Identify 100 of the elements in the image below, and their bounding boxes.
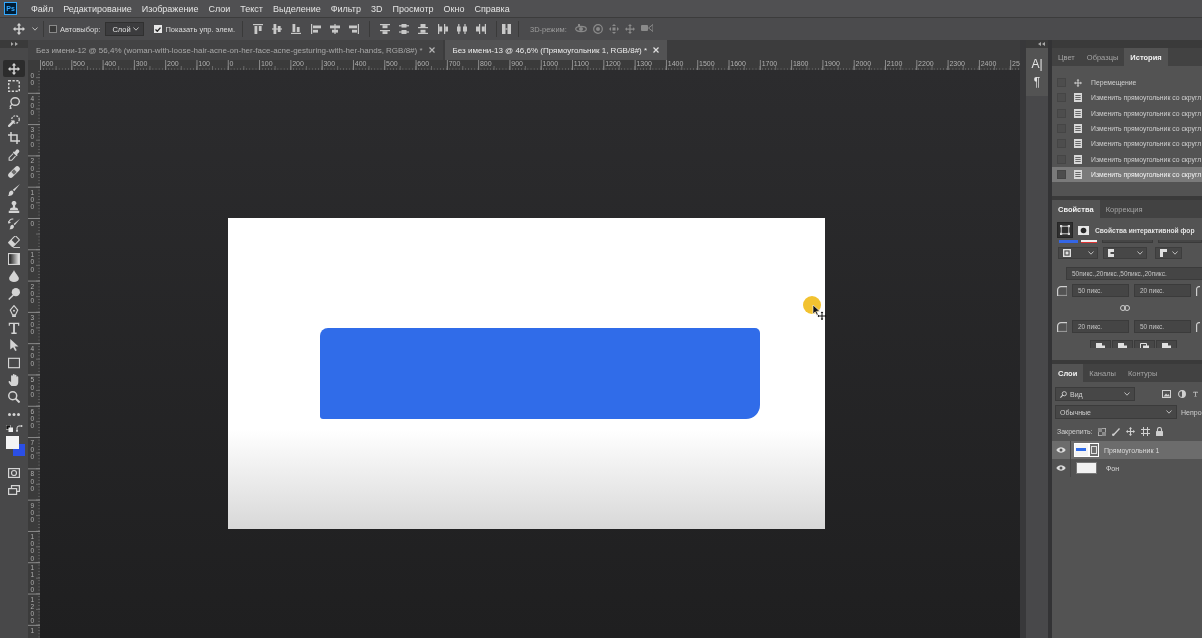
caret-icon[interactable] xyxy=(133,27,140,31)
mask-icon[interactable] xyxy=(1078,225,1089,235)
caret-icon[interactable] xyxy=(1172,251,1178,255)
eyedropper-icon xyxy=(8,149,20,162)
menu-item[interactable]: Фильтр xyxy=(330,3,361,14)
menu-item[interactable]: Справка xyxy=(474,3,510,14)
corner-icon[interactable] xyxy=(1196,321,1200,332)
path-operation-button[interactable] xyxy=(1112,340,1133,348)
collapse-icon[interactable] xyxy=(1038,42,1045,46)
line-cap-dropdown[interactable] xyxy=(1103,247,1147,259)
bandage-icon xyxy=(8,166,20,179)
half-circle-icon[interactable] xyxy=(1178,390,1186,398)
distribute-vertical-centers-icon[interactable] xyxy=(399,24,410,34)
eye-icon xyxy=(1056,465,1066,471)
swap-arrow-icon[interactable] xyxy=(15,425,23,433)
distribute-left-icon[interactable] xyxy=(438,24,449,34)
rectangle-icon xyxy=(8,356,20,369)
type-icon[interactable] xyxy=(1193,390,1198,398)
corner-icon[interactable] xyxy=(1057,321,1067,332)
caret-icon[interactable] xyxy=(1124,392,1130,396)
document-icon xyxy=(1074,154,1082,164)
align-vertical-centers-icon[interactable] xyxy=(272,24,283,34)
path-operation-button[interactable] xyxy=(1156,340,1177,348)
menu-item[interactable]: Текст xyxy=(240,3,263,14)
document-tab[interactable]: Без имени-13 @ 46,6% (Прямоугольник 1, RGB/8#) * xyxy=(444,40,668,60)
layer-thumbnail xyxy=(1076,462,1097,474)
menu-item[interactable]: Окно xyxy=(443,3,465,14)
expand-icon[interactable] xyxy=(10,42,18,46)
move-icon xyxy=(8,62,20,75)
caret-icon[interactable] xyxy=(32,27,38,31)
menu-item[interactable]: Файл xyxy=(31,3,54,14)
corner-icon[interactable] xyxy=(1196,285,1200,296)
artboard-icon[interactable] xyxy=(1141,427,1151,436)
menu-item[interactable]: Изображение xyxy=(141,3,199,14)
subtract-shape-icon xyxy=(1118,343,1127,348)
document-icon xyxy=(1074,124,1082,134)
menu-item[interactable]: Слои xyxy=(208,3,231,14)
corner-join-dropdown[interactable] xyxy=(1155,247,1182,259)
document-icon xyxy=(1074,93,1082,103)
show-controls-checkbox[interactable] xyxy=(154,25,163,33)
panel-button[interactable]: A| xyxy=(1031,57,1043,72)
caret-icon[interactable] xyxy=(1088,251,1094,255)
path-operation-button[interactable] xyxy=(1134,340,1155,348)
tool-button[interactable] xyxy=(3,60,25,78)
corner-icon[interactable] xyxy=(1057,285,1067,296)
dashed-rectangle-icon xyxy=(8,79,20,92)
quick-selection-icon xyxy=(8,114,20,127)
caret-icon[interactable] xyxy=(1166,410,1172,414)
lock-icon[interactable] xyxy=(1156,427,1164,436)
panel-button[interactable]: ¶ xyxy=(1033,75,1041,90)
distribute-top-icon[interactable] xyxy=(380,24,391,34)
snapshot-checkbox[interactable] xyxy=(1057,169,1066,179)
menu-item[interactable]: Редактирование xyxy=(63,3,132,14)
path-operation-button[interactable] xyxy=(1090,340,1111,348)
color-swatch[interactable] xyxy=(1059,240,1078,243)
move-icon[interactable] xyxy=(13,23,25,35)
menu-item[interactable]: Просмотр xyxy=(392,3,434,14)
drop-icon xyxy=(8,270,20,283)
close-icon[interactable] xyxy=(653,47,660,53)
square-outline-icon xyxy=(1063,249,1071,257)
quick-mask-icon xyxy=(8,467,20,478)
pen-nib-icon xyxy=(8,304,20,317)
auto-select-checkbox[interactable] xyxy=(49,25,57,33)
image-icon[interactable] xyxy=(1162,390,1171,398)
menu-item[interactable]: 3D xyxy=(370,3,383,14)
shape-properties-button[interactable] xyxy=(1057,222,1073,238)
transform-box-icon xyxy=(1060,225,1070,235)
align-top-edges-icon[interactable] xyxy=(253,24,264,34)
move-icon[interactable] xyxy=(624,24,635,34)
align-bottom-edges-icon[interactable] xyxy=(291,24,302,34)
line-cap-icon xyxy=(1108,249,1114,257)
checkmark-icon xyxy=(155,26,162,32)
align-horizontal-centers-icon[interactable] xyxy=(330,24,341,34)
screen-mode-icon xyxy=(8,485,20,496)
document-tab[interactable]: Без имени-12 @ 56,4% (woman-with-loose-hair-acne-on-her-face-acne-gesturing-with-her-hands, RGB/8#) * xyxy=(28,40,443,60)
orbit-icon[interactable] xyxy=(574,24,587,34)
distribute-horizontal-centers-icon[interactable] xyxy=(457,24,468,34)
auto-align-icon[interactable] xyxy=(502,24,512,34)
type-icon xyxy=(8,322,20,335)
align-left-edges-icon[interactable] xyxy=(311,24,322,34)
caret-icon[interactable] xyxy=(1137,251,1143,255)
roll-icon[interactable] xyxy=(592,24,603,34)
align-right-edges-icon[interactable] xyxy=(349,24,360,34)
checkerboard-icon[interactable] xyxy=(1098,427,1107,436)
move-icon[interactable] xyxy=(1126,427,1136,436)
distribute-right-icon[interactable] xyxy=(476,24,487,34)
brush-icon[interactable] xyxy=(1112,427,1121,436)
distribute-bottom-icon[interactable] xyxy=(418,24,429,34)
default-colors-icon[interactable] xyxy=(5,425,13,433)
menu-item[interactable]: Выделение xyxy=(272,3,321,14)
hand-icon xyxy=(8,374,20,386)
foreground-color-swatch[interactable] xyxy=(6,436,19,450)
camera-icon[interactable] xyxy=(640,24,653,32)
history-brush-icon xyxy=(8,218,20,231)
stroke-align-dropdown[interactable] xyxy=(1058,247,1098,259)
brush-icon xyxy=(8,183,20,196)
close-icon[interactable] xyxy=(428,47,435,53)
color-swatch[interactable] xyxy=(1080,240,1098,243)
diamond-arrows-icon[interactable] xyxy=(608,24,619,34)
link-icon[interactable] xyxy=(1119,305,1130,311)
